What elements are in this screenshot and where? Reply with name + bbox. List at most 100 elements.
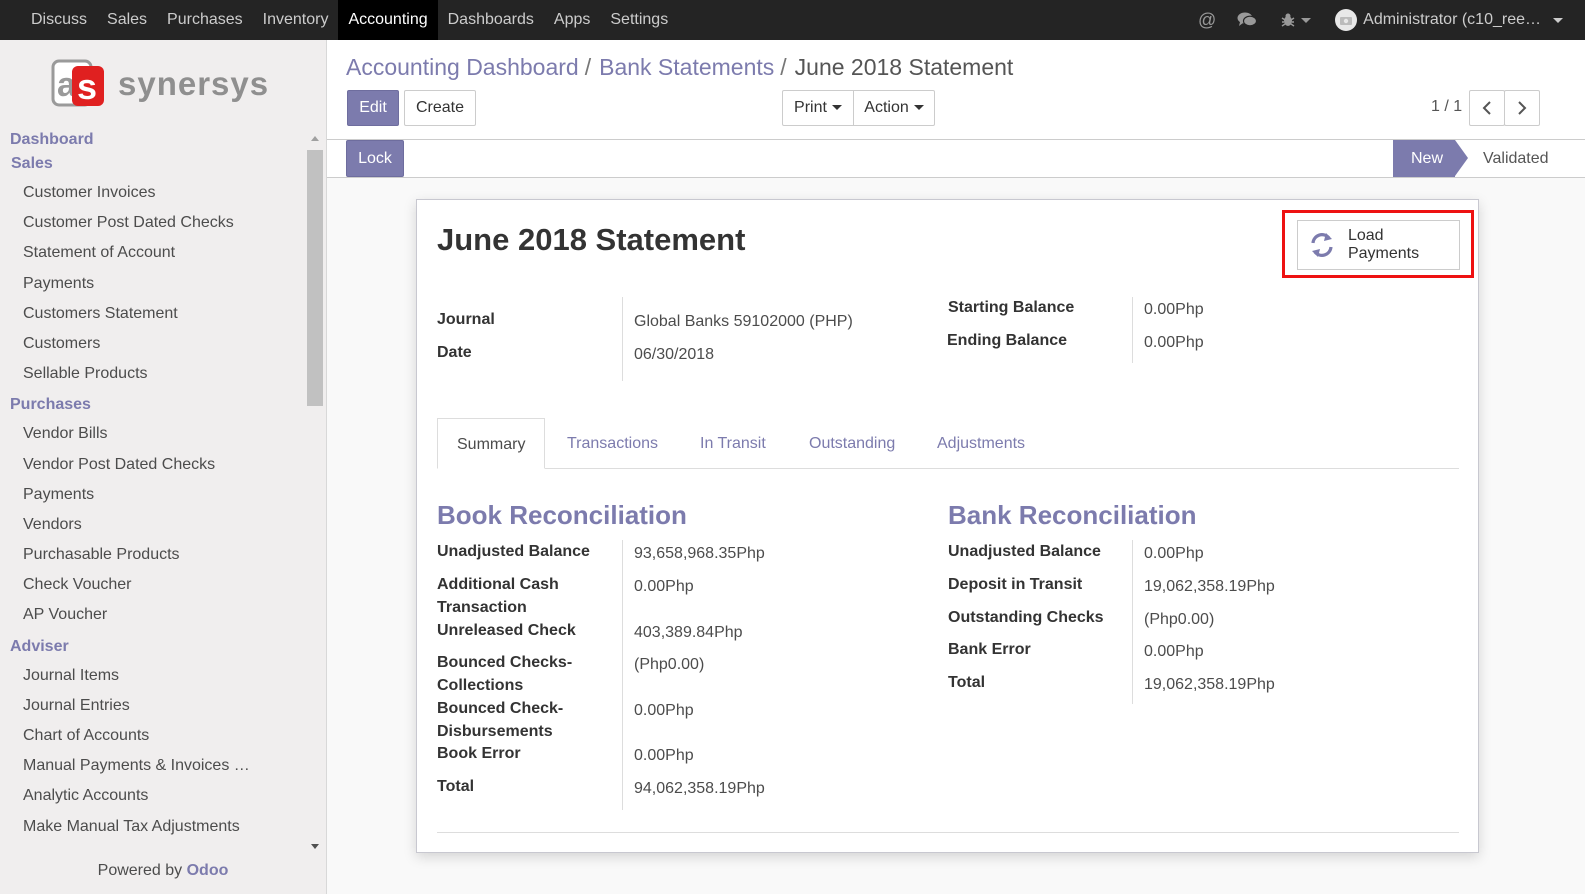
bounced-disbursements-label: Bounced Check-Disbursements — [437, 700, 564, 740]
sidebar-item-manual-payments[interactable]: Manual Payments & Invoices … — [0, 751, 306, 781]
field-divider — [622, 540, 623, 810]
sidebar-section-dashboard[interactable]: Dashboard — [0, 128, 306, 152]
logo-text: synersys — [118, 65, 270, 102]
tab-transactions[interactable]: Transactions — [567, 418, 658, 469]
logo-mark-icon: a s — [50, 58, 108, 110]
form-sheet: June 2018 Statement Load Payments Journa… — [416, 199, 1479, 853]
app-menu: Discuss Sales Purchases Inventory Accoun… — [21, 0, 678, 40]
starting-balance-value: 0.00Php — [1144, 301, 1204, 318]
tab-in-transit[interactable]: In Transit — [700, 418, 766, 469]
sidebar-item-customers[interactable]: Customers — [0, 329, 306, 359]
bank-error-label: Bank Error — [948, 641, 1031, 658]
bank-unadjusted-balance-label: Unadjusted Balance — [948, 543, 1101, 560]
additional-cash-label: Additional Cash Transaction — [437, 576, 559, 616]
sidebar-item-sellable-products[interactable]: Sellable Products — [0, 359, 306, 389]
book-error-label: Book Error — [437, 745, 521, 762]
app-apps[interactable]: Apps — [544, 0, 600, 40]
date-value: 06/30/2018 — [634, 346, 715, 363]
unreleased-check-value: 403,389.84Php — [634, 624, 743, 641]
sidebar-item-customer-pdc[interactable]: Customer Post Dated Checks — [0, 208, 306, 238]
sidebar-item-customers-statement[interactable]: Customers Statement — [0, 299, 306, 329]
notebook-tabs: Summary Transactions In Transit Outstand… — [437, 418, 1459, 469]
pager-next-button[interactable] — [1504, 90, 1540, 126]
book-reconciliation-title: Book Reconciliation — [437, 500, 687, 530]
user-menu[interactable]: Administrator (c10_ree… — [1335, 9, 1563, 31]
tab-outstanding[interactable]: Outstanding — [809, 418, 895, 469]
edit-button[interactable]: Edit — [347, 90, 399, 126]
app-purchases[interactable]: Purchases — [157, 0, 253, 40]
sidebar-item-vendor-pdc[interactable]: Vendor Post Dated Checks — [0, 450, 306, 480]
sidebar-item-manual-tax-adjustments[interactable]: Make Manual Tax Adjustments — [0, 812, 306, 842]
at-sign-icon[interactable]: @ — [1195, 8, 1219, 32]
chevron-left-icon — [1482, 101, 1491, 115]
journal-label: Journal — [437, 311, 495, 328]
company-logo: a s synersys — [50, 58, 269, 110]
app-accounting[interactable]: Accounting — [338, 0, 438, 40]
sidebar-item-journal-items[interactable]: Journal Items — [0, 661, 306, 691]
bank-unadjusted-balance-value: 0.00Php — [1144, 545, 1204, 562]
tab-summary[interactable]: Summary — [437, 418, 546, 469]
app-dashboards[interactable]: Dashboards — [438, 0, 544, 40]
stage-validated[interactable]: Validated — [1483, 140, 1549, 177]
sidebar-section-purchases[interactable]: Purchases — [0, 393, 306, 417]
chat-icon[interactable] — [1235, 8, 1259, 32]
breadcrumb-separator: / — [584, 54, 592, 80]
breadcrumb-accounting-dashboard[interactable]: Accounting Dashboard — [346, 54, 579, 81]
scroll-up-icon[interactable] — [311, 136, 319, 141]
bug-icon[interactable] — [1275, 8, 1315, 32]
scroll-down-icon[interactable] — [311, 844, 319, 849]
action-dropdown[interactable]: Action — [853, 90, 935, 126]
breadcrumb-bank-statements[interactable]: Bank Statements — [599, 54, 774, 81]
svg-text:s: s — [77, 66, 97, 107]
chevron-down-icon — [913, 105, 924, 111]
chevron-down-icon — [1553, 17, 1563, 23]
deposit-in-transit-value: 19,062,358.19Php — [1144, 578, 1275, 595]
chevron-down-icon — [1300, 17, 1311, 23]
bounced-collections-label: Bounced Checks-Collections — [437, 654, 573, 694]
chevron-right-icon — [1518, 101, 1527, 115]
scrollbar-thumb[interactable] — [307, 150, 323, 406]
print-dropdown[interactable]: Print — [782, 90, 854, 126]
avatar — [1335, 9, 1358, 31]
sidebar-scrollbar[interactable] — [306, 136, 324, 852]
book-total-label: Total — [437, 778, 475, 795]
stage-new[interactable]: New — [1393, 140, 1468, 177]
sidebar-item-analytic-accounts[interactable]: Analytic Accounts — [0, 781, 306, 811]
sidebar-item-vendors[interactable]: Vendors — [0, 510, 306, 540]
sidebar-item-journal-entries[interactable]: Journal Entries — [0, 691, 306, 721]
app-sales[interactable]: Sales — [97, 0, 157, 40]
sidebar-item-purchase-payments[interactable]: Payments — [0, 480, 306, 510]
powered-by-prefix: Powered by — [97, 862, 183, 879]
breadcrumb-current: June 2018 Statement — [794, 54, 1014, 80]
app-settings[interactable]: Settings — [600, 0, 678, 40]
tab-adjustments[interactable]: Adjustments — [937, 418, 1025, 469]
odoo-link[interactable]: Odoo — [187, 862, 229, 879]
ending-balance-label: Ending Balance — [947, 332, 1068, 349]
sidebar-item-chart-of-accounts[interactable]: Chart of Accounts — [0, 721, 306, 751]
top-navbar: Discuss Sales Purchases Inventory Accoun… — [0, 0, 1585, 40]
sidebar-item-sales-payments[interactable]: Payments — [0, 269, 306, 299]
user-name: Administrator (c10_ree… — [1363, 11, 1541, 28]
create-button[interactable]: Create — [404, 90, 476, 126]
field-divider — [1132, 297, 1133, 363]
bank-error-value: 0.00Php — [1144, 643, 1204, 660]
sidebar-item-vendor-bills[interactable]: Vendor Bills — [0, 419, 306, 449]
sidebar-section-adviser[interactable]: Adviser — [0, 635, 306, 659]
pager-previous-button[interactable] — [1469, 90, 1505, 126]
sidebar-item-purchasable-products[interactable]: Purchasable Products — [0, 540, 306, 570]
app-inventory[interactable]: Inventory — [253, 0, 339, 40]
sidebar-item-check-voucher[interactable]: Check Voucher — [0, 570, 306, 600]
bank-total-value: 19,062,358.19Php — [1144, 676, 1275, 693]
sidebar-item-ap-voucher[interactable]: AP Voucher — [0, 600, 306, 630]
journal-value: Global Banks 59102000 (PHP) — [634, 313, 853, 330]
date-label: Date — [437, 344, 472, 361]
sidebar-item-statement-of-account[interactable]: Statement of Account — [0, 238, 306, 268]
lock-button[interactable]: Lock — [346, 140, 404, 177]
app-discuss[interactable]: Discuss — [21, 0, 97, 40]
sidebar-section-sales[interactable]: Sales — [0, 152, 306, 176]
statusbar: Lock New Validated — [327, 140, 1585, 178]
starting-balance-label: Starting Balance — [948, 299, 1075, 316]
unreleased-check-label: Unreleased Check — [437, 622, 576, 639]
pager-value[interactable]: 1 / 1 — [1431, 98, 1462, 116]
sidebar-item-customer-invoices[interactable]: Customer Invoices — [0, 178, 306, 208]
